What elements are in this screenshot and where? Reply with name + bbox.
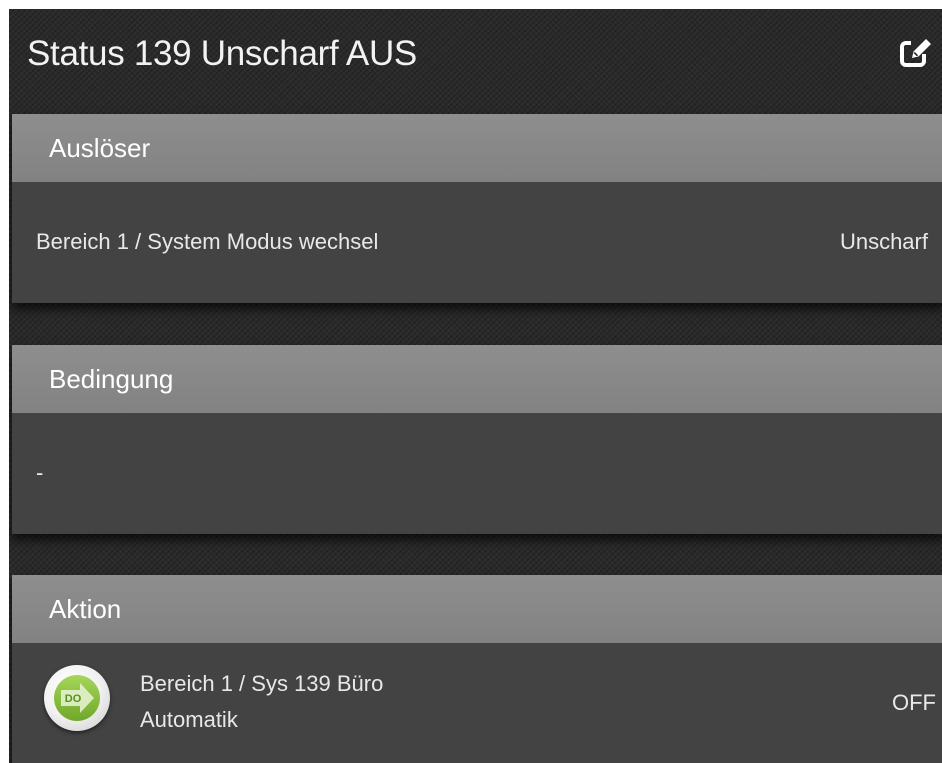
do-arrow-graphic: DO xyxy=(54,675,100,721)
do-icon-text: DO xyxy=(65,693,82,705)
page-title: Status 139 Unscharf AUS xyxy=(27,34,417,73)
condition-label: - xyxy=(36,460,44,485)
action-sublabel: Automatik xyxy=(140,707,238,732)
action-row[interactable]: DO Bereich 1 / Sys 139 Büro Automatik OF… xyxy=(12,643,942,763)
trigger-value: Unscharf xyxy=(839,229,928,254)
edit-icon xyxy=(900,39,931,67)
action-value: OFF xyxy=(892,690,936,715)
edit-button[interactable] xyxy=(899,36,933,70)
trigger-heading: Auslöser xyxy=(12,114,942,182)
trigger-label: Bereich 1 / System Modus wechsel xyxy=(36,229,379,254)
action-heading: Aktion xyxy=(12,575,942,643)
condition-heading: Bedingung xyxy=(12,345,942,413)
title-bar: Status 139 Unscharf AUS xyxy=(9,9,942,106)
action-card: Aktion DO Bereich 1 / Sys 139 Büro Autom… xyxy=(12,575,942,763)
rule-detail-panel: Status 139 Unscharf AUS Auslöser Bereich… xyxy=(9,9,942,763)
condition-card: Bedingung - xyxy=(12,345,942,534)
action-label: Bereich 1 / Sys 139 Büro xyxy=(140,671,384,696)
do-arrow-icon[interactable]: DO xyxy=(44,665,110,731)
trigger-card: Auslöser Bereich 1 / System Modus wechse… xyxy=(12,114,942,303)
trigger-row[interactable]: Bereich 1 / System Modus wechsel Unschar… xyxy=(12,182,942,303)
condition-row[interactable]: - xyxy=(12,413,942,534)
